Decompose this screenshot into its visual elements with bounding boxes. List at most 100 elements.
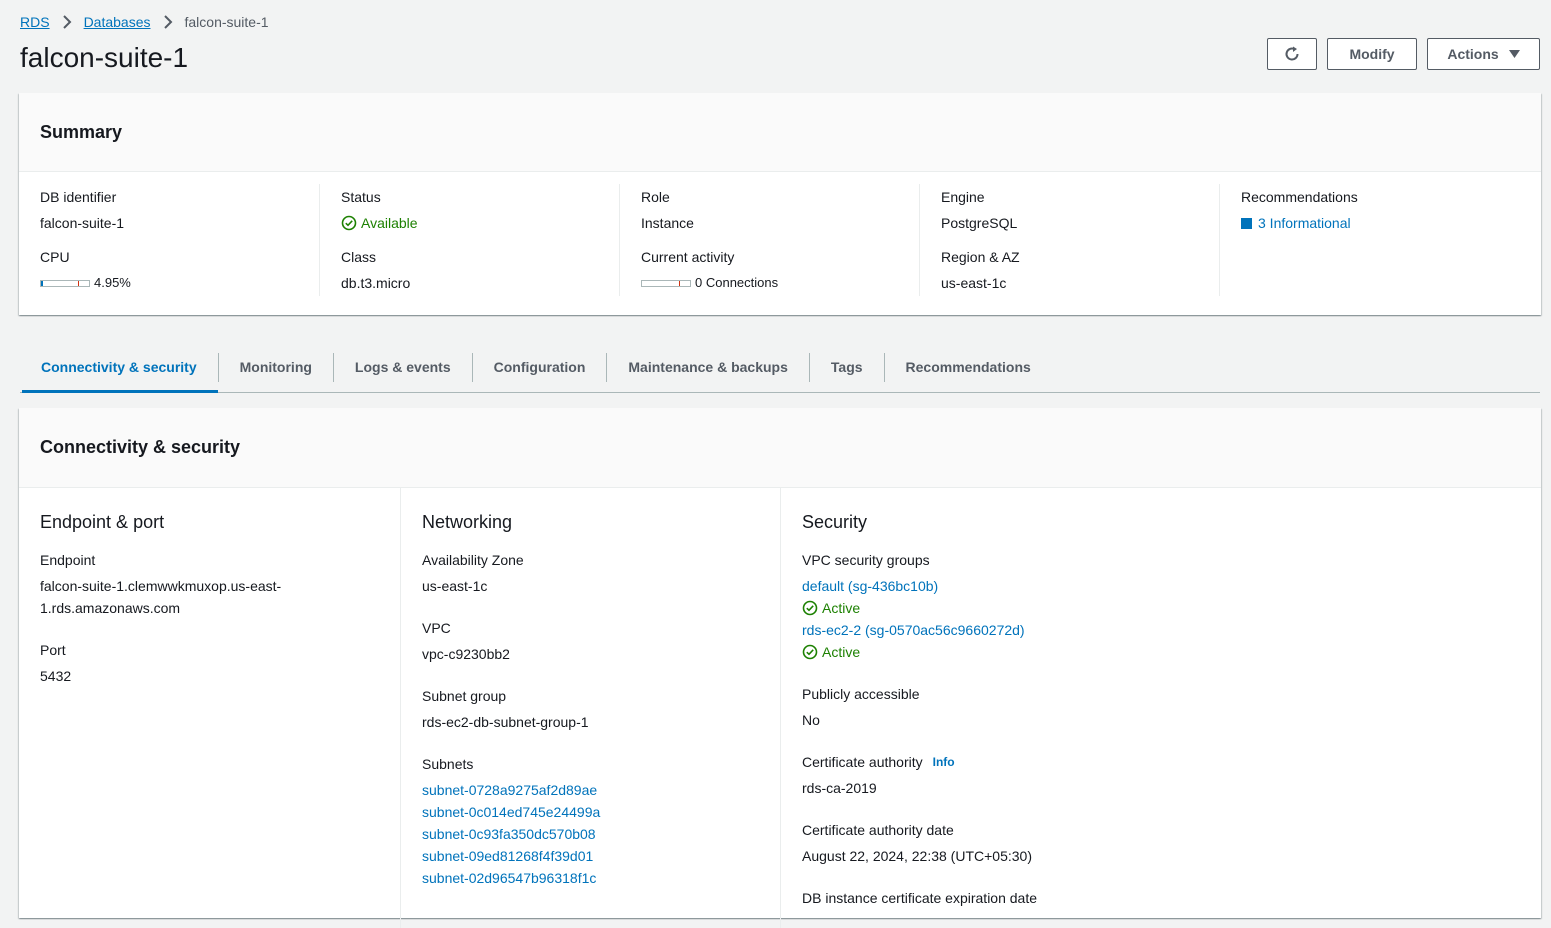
db-identifier-value: falcon-suite-1 — [40, 215, 125, 231]
subnets-list: subnet-0728a9275af2d89ae subnet-0c014ed7… — [422, 779, 780, 889]
caret-down-icon — [1508, 49, 1520, 59]
security-groups-list: default (sg-436bc10b) Active rds-ec2-2 (… — [802, 575, 1540, 663]
db-identifier-label: DB identifier — [40, 189, 117, 205]
security-group-link[interactable]: rds-ec2-2 (sg-0570ac56c9660272d) — [802, 619, 1540, 641]
page-title: falcon-suite-1 — [20, 42, 189, 73]
tab-monitoring[interactable]: Monitoring — [217, 352, 333, 382]
security-group-status-text: Active — [822, 644, 861, 660]
recommendations-link[interactable]: 3 Informational — [1241, 210, 1519, 236]
networking-title: Networking — [422, 512, 513, 532]
check-circle-icon — [802, 644, 818, 660]
check-circle-icon — [341, 215, 357, 231]
security-column: Security VPC security groups default (sg… — [780, 488, 1540, 928]
subnet-link[interactable]: subnet-0728a9275af2d89ae — [422, 779, 780, 801]
region-az-value: us-east-1c — [941, 275, 1007, 291]
port-value: 5432 — [40, 668, 72, 684]
engine-value: PostgreSQL — [941, 215, 1018, 231]
info-square-icon — [1241, 217, 1252, 229]
connectivity-panel: Connectivity & security Endpoint & port … — [19, 408, 1541, 928]
breadcrumb: RDS Databases falcon-suite-1 — [20, 14, 269, 30]
chevron-right-icon — [62, 15, 72, 29]
summary-title: Summary — [40, 121, 123, 142]
tab-connectivity-security[interactable]: Connectivity & security — [20, 343, 218, 393]
tab-logs-events[interactable]: Logs & events — [332, 352, 472, 382]
certificate-authority-info-link[interactable]: Info — [933, 751, 955, 773]
subnet-link[interactable]: subnet-09ed81268f4f39d01 — [422, 845, 780, 867]
endpoint-value: falcon-suite-1.clemwwkmuxop.us-east-1.rd… — [40, 578, 282, 616]
availability-zone-value: us-east-1c — [422, 578, 488, 594]
cpu-meter-row: 4.95% — [40, 270, 319, 296]
subnet-group-label: Subnet group — [422, 688, 507, 704]
certificate-authority-label: Certificate authority — [802, 754, 923, 770]
certificate-authority-label-row: Certificate authority Info — [802, 751, 1540, 773]
role-label: Role — [641, 189, 670, 205]
header-actions: Modify Actions — [1267, 38, 1540, 70]
certificate-expiration-label: DB instance certificate expiration date — [802, 890, 1038, 906]
summary-col-status: Status Available Class db.t3.micro — [319, 184, 619, 296]
tab-tags[interactable]: Tags — [808, 352, 884, 382]
refresh-button[interactable] — [1267, 38, 1317, 70]
current-activity-label: Current activity — [641, 249, 735, 265]
class-value: db.t3.micro — [341, 275, 411, 291]
refresh-icon — [1283, 45, 1301, 63]
publicly-accessible-value: No — [802, 712, 820, 728]
chevron-right-icon — [163, 15, 173, 29]
status-badge: Available — [341, 210, 619, 236]
security-group-status: Active — [802, 597, 1540, 619]
endpoint-port-title: Endpoint & port — [40, 512, 165, 532]
status-value: Available — [361, 215, 418, 231]
security-group-status: Active — [802, 641, 1540, 663]
subnet-link[interactable]: subnet-0c93fa350dc570b08 — [422, 823, 780, 845]
endpoint-port-column: Endpoint & port Endpoint falcon-suite-1.… — [19, 488, 400, 928]
actions-dropdown-button[interactable]: Actions — [1427, 38, 1540, 70]
subnet-group-value: rds-ec2-db-subnet-group-1 — [422, 714, 589, 730]
cpu-value: 4.95% — [94, 275, 131, 290]
tab-recommendations[interactable]: Recommendations — [883, 352, 1052, 382]
summary-header: Summary — [19, 93, 1541, 172]
subnets-label: Subnets — [422, 756, 474, 772]
certificate-authority-date-label: Certificate authority date — [802, 822, 954, 838]
summary-col-engine: Engine PostgreSQL Region & AZ us-east-1c — [919, 184, 1219, 296]
cpu-label: CPU — [40, 249, 70, 265]
security-title: Security — [802, 512, 868, 532]
activity-meter — [641, 279, 691, 287]
subnet-link[interactable]: subnet-02d96547b96318f1c — [422, 867, 780, 889]
region-az-label: Region & AZ — [941, 249, 1020, 265]
connectivity-header: Connectivity & security — [19, 408, 1541, 488]
security-group-status-text: Active — [822, 600, 861, 616]
vpc-link[interactable]: vpc-c9230bb2 — [422, 643, 780, 665]
actions-label: Actions — [1447, 46, 1499, 62]
subnet-link[interactable]: subnet-0c014ed745e24499a — [422, 801, 780, 823]
class-label: Class — [341, 249, 377, 265]
current-activity-value: 0 Connections — [695, 275, 779, 290]
activity-meter-row: 0 Connections — [641, 270, 919, 296]
certificate-authority-value: rds-ca-2019 — [802, 780, 877, 796]
publicly-accessible-label: Publicly accessible — [802, 686, 920, 702]
vpc-label: VPC — [422, 620, 451, 636]
endpoint-label: Endpoint — [40, 552, 96, 568]
vpc-security-groups-label: VPC security groups — [802, 552, 930, 568]
security-group-link[interactable]: default (sg-436bc10b) — [802, 575, 1540, 597]
status-label: Status — [341, 189, 381, 205]
detail-tabs: Connectivity & security Monitoring Logs … — [20, 342, 1540, 393]
summary-col-role: Role Instance Current activity 0 Connect… — [619, 184, 919, 296]
role-value: Instance — [641, 215, 694, 231]
connectivity-title: Connectivity & security — [40, 437, 241, 457]
recommendations-label: Recommendations — [1241, 189, 1358, 205]
port-label: Port — [40, 642, 66, 658]
engine-label: Engine — [941, 189, 985, 205]
breadcrumb-rds-link[interactable]: RDS — [20, 14, 50, 30]
recommendations-value: 3 Informational — [1258, 215, 1351, 231]
availability-zone-label: Availability Zone — [422, 552, 524, 568]
check-circle-icon — [802, 600, 818, 616]
tab-maintenance-backups[interactable]: Maintenance & backups — [606, 352, 809, 382]
tab-configuration[interactable]: Configuration — [471, 352, 607, 382]
certificate-authority-date-value: August 22, 2024, 22:38 (UTC+05:30) — [802, 848, 1032, 864]
breadcrumb-databases-link[interactable]: Databases — [84, 14, 151, 30]
summary-col-recommendations: Recommendations 3 Informational — [1219, 184, 1519, 296]
cpu-meter — [40, 279, 90, 287]
breadcrumb-current: falcon-suite-1 — [184, 14, 269, 30]
modify-button[interactable]: Modify — [1327, 38, 1417, 70]
summary-col-identifier: DB identifier falcon-suite-1 CPU 4.95% — [19, 184, 319, 296]
summary-panel: Summary DB identifier falcon-suite-1 CPU… — [19, 93, 1541, 315]
